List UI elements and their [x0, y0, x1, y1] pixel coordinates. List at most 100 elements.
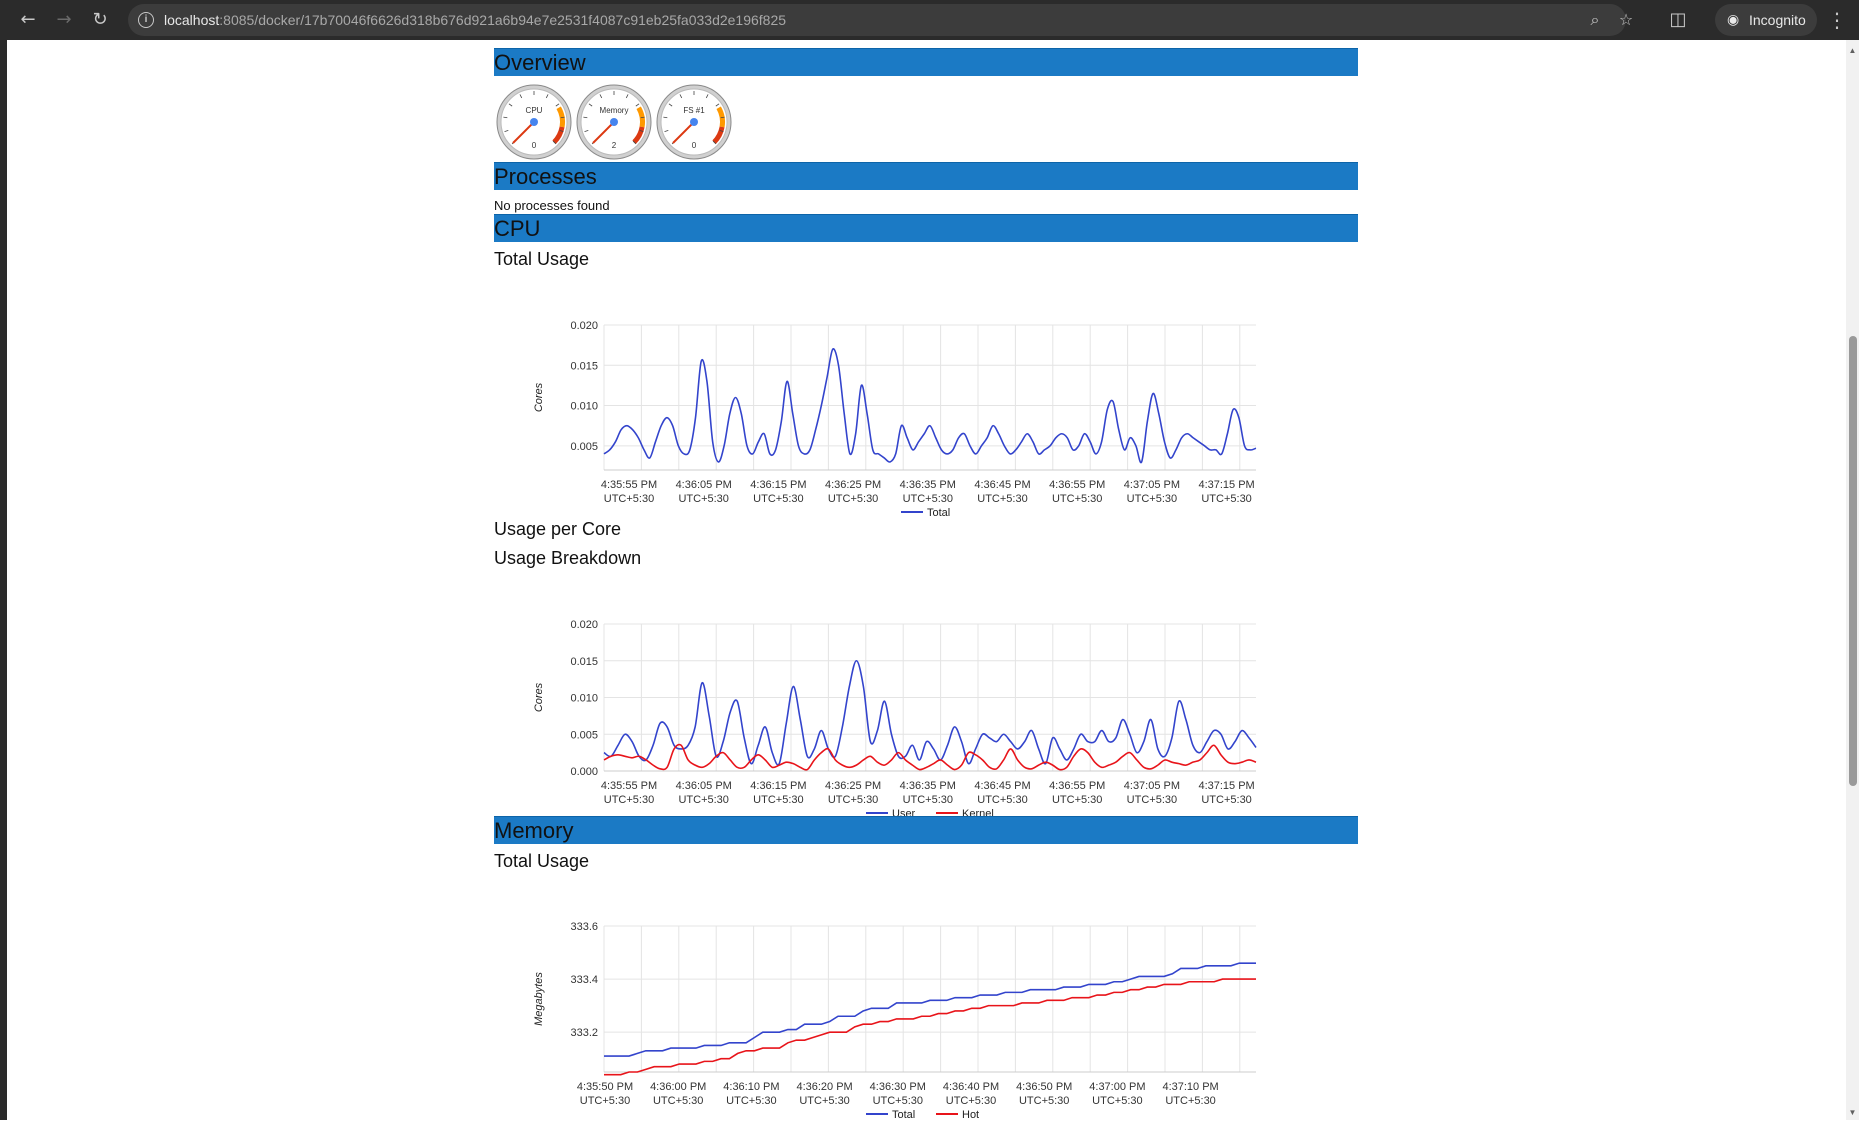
y-tick-label: 333.6 [570, 921, 598, 933]
gauge-hub [690, 118, 698, 126]
y-axis-label: Megabytes [533, 972, 545, 1026]
processes-empty-text: No processes found [494, 198, 610, 213]
x-tick-label: 4:36:55 PM [1049, 479, 1105, 491]
memory-gauge-dial: Memory 2 [575, 83, 653, 161]
x-tick-label: 4:36:35 PM [900, 780, 956, 792]
x-tick-label: 4:35:55 PM [601, 479, 657, 491]
x-tick-sublabel: UTC+5:30 [828, 493, 878, 505]
gauge-label: Memory [600, 106, 629, 115]
y-tick-label: 0.015 [570, 360, 598, 372]
x-tick-sublabel: UTC+5:30 [1165, 1095, 1215, 1107]
x-tick-sublabel: UTC+5:30 [977, 493, 1027, 505]
browser-menu-icon[interactable]: ⋮ [1826, 6, 1848, 34]
scroll-thumb[interactable] [1849, 336, 1857, 786]
x-tick-label: 4:36:45 PM [974, 479, 1030, 491]
incognito-label: Incognito [1749, 4, 1806, 36]
y-tick-label: 0.005 [570, 729, 598, 741]
x-tick-label: 4:37:00 PM [1089, 1081, 1145, 1093]
window-edge [0, 40, 7, 1120]
overview-header: Overview [494, 48, 1358, 76]
browser-toolbar: ← → ↻ i localhost:8085/docker/17b70046f6… [0, 0, 1859, 40]
cpu-breakdown-title: Usage Breakdown [494, 548, 641, 569]
cpu-per-core-title: Usage per Core [494, 519, 621, 540]
x-tick-sublabel: UTC+5:30 [903, 493, 953, 505]
x-tick-label: 4:37:15 PM [1198, 780, 1254, 792]
forward-icon[interactable]: → [50, 6, 78, 34]
x-tick-sublabel: UTC+5:30 [1201, 493, 1251, 505]
x-tick-sublabel: UTC+5:30 [873, 1095, 923, 1107]
x-tick-label: 4:36:15 PM [750, 479, 806, 491]
y-tick-label: 0.020 [570, 320, 598, 332]
page-scrollbar[interactable]: ▲ ▼ [1846, 40, 1859, 1120]
series-line-hot [604, 979, 1256, 1075]
x-tick-label: 4:36:05 PM [676, 780, 732, 792]
legend-label: Total [892, 1109, 915, 1120]
y-tick-label: 0.015 [570, 656, 598, 668]
x-tick-sublabel: UTC+5:30 [1092, 1095, 1142, 1107]
cpu-breakdown-chart-svg: 0.0200.0150.0100.0050.000Cores4:35:55 PM… [494, 610, 1294, 820]
x-tick-sublabel: UTC+5:30 [753, 493, 803, 505]
zoom-icon[interactable]: ⌕ [1583, 8, 1607, 32]
x-tick-label: 4:37:10 PM [1162, 1081, 1218, 1093]
gauge-label: CPU [526, 106, 543, 115]
cpu-gauge-dial: CPU 0 [495, 83, 573, 161]
cpu-gauge: CPU 0 [495, 83, 573, 161]
back-icon[interactable]: ← [14, 6, 42, 34]
x-tick-label: 4:35:50 PM [577, 1081, 633, 1093]
x-tick-label: 4:37:05 PM [1124, 780, 1180, 792]
reload-icon[interactable]: ↻ [86, 6, 114, 34]
cpu-header: CPU [494, 214, 1358, 242]
x-tick-sublabel: UTC+5:30 [580, 1095, 630, 1107]
gauge-value: 2 [612, 141, 617, 150]
y-tick-label: 333.2 [570, 1027, 598, 1039]
incognito-icon: ◉ [1727, 4, 1739, 36]
gauge-label: FS #1 [683, 106, 705, 115]
incognito-badge[interactable]: ◉ Incognito [1715, 4, 1817, 36]
gauge-value: 0 [532, 141, 537, 150]
x-tick-label: 4:37:15 PM [1198, 479, 1254, 491]
cpu-breakdown-chart: 0.0200.0150.0100.0050.000Cores4:35:55 PM… [494, 610, 1294, 820]
x-tick-sublabel: UTC+5:30 [799, 1095, 849, 1107]
memory-total-chart: 333.6333.4333.2Megabytes4:35:50 PMUTC+5:… [494, 912, 1294, 1120]
x-tick-label: 4:36:45 PM [974, 780, 1030, 792]
x-tick-label: 4:36:50 PM [1016, 1081, 1072, 1093]
series-line-user [604, 661, 1256, 765]
bookmark-star-icon[interactable]: ☆ [1614, 8, 1638, 32]
x-tick-label: 4:36:40 PM [943, 1081, 999, 1093]
scroll-up-icon[interactable]: ▲ [1848, 46, 1857, 55]
y-tick-label: 0.010 [570, 401, 598, 413]
x-tick-label: 4:36:30 PM [870, 1081, 926, 1093]
x-tick-sublabel: UTC+5:30 [1201, 794, 1251, 806]
cpu-total-chart: 0.0200.0150.0100.005Cores4:35:55 PMUTC+5… [494, 310, 1294, 520]
y-tick-label: 0.020 [570, 619, 598, 631]
memory-total-chart-svg: 333.6333.4333.2Megabytes4:35:50 PMUTC+5:… [494, 912, 1294, 1120]
x-tick-label: 4:36:55 PM [1049, 780, 1105, 792]
gauge-hub [530, 118, 538, 126]
x-tick-label: 4:36:25 PM [825, 780, 881, 792]
x-tick-label: 4:37:05 PM [1124, 479, 1180, 491]
x-tick-sublabel: UTC+5:30 [678, 493, 728, 505]
x-tick-sublabel: UTC+5:30 [1127, 794, 1177, 806]
cpu-total-chart-svg: 0.0200.0150.0100.005Cores4:35:55 PMUTC+5… [494, 310, 1294, 520]
series-line-total [604, 963, 1256, 1056]
site-info-icon[interactable]: i [138, 12, 154, 28]
extensions-icon[interactable]: ◫ [1664, 6, 1692, 34]
fs-gauge: FS #1 0 [655, 83, 733, 161]
x-tick-label: 4:35:55 PM [601, 780, 657, 792]
url-host: localhost [164, 12, 219, 28]
x-tick-label: 4:36:35 PM [900, 479, 956, 491]
x-tick-sublabel: UTC+5:30 [604, 493, 654, 505]
url-text[interactable]: localhost:8085/docker/17b70046f6626d318b… [164, 12, 786, 28]
address-bar[interactable]: i localhost:8085/docker/17b70046f6626d31… [128, 4, 1626, 36]
x-tick-sublabel: UTC+5:30 [1127, 493, 1177, 505]
memory-header: Memory [494, 816, 1358, 844]
x-tick-label: 4:36:25 PM [825, 479, 881, 491]
x-tick-sublabel: UTC+5:30 [1052, 794, 1102, 806]
x-tick-label: 4:36:05 PM [676, 479, 732, 491]
gauge-value: 0 [692, 141, 697, 150]
url-path: :8085/docker/17b70046f6626d318b676d921a6… [219, 12, 786, 28]
memory-total-usage-title: Total Usage [494, 851, 589, 872]
x-tick-sublabel: UTC+5:30 [678, 794, 728, 806]
y-tick-label: 0.010 [570, 693, 598, 705]
scroll-down-icon[interactable]: ▼ [1848, 1108, 1857, 1117]
